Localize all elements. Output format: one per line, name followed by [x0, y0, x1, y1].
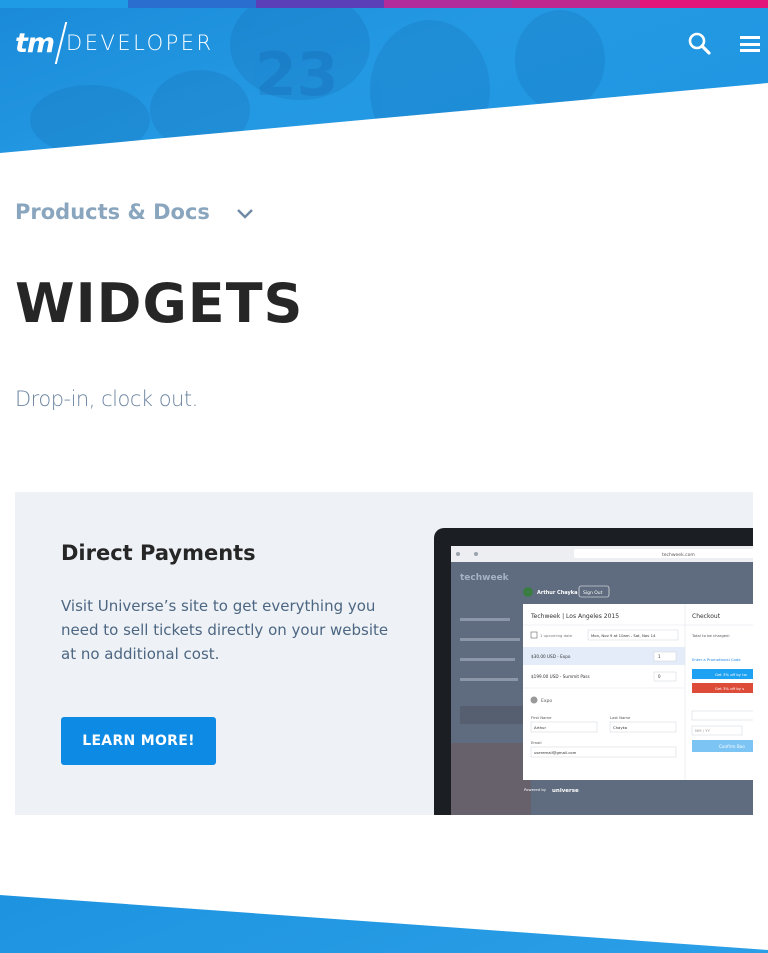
total-label: Total to be charged: [691, 633, 730, 638]
dates-label: 1 upcoming date [540, 633, 573, 638]
event-title: Techweek | Los Angeles 2015 [530, 613, 619, 620]
chevron-down-icon [237, 209, 253, 219]
strip-segment [128, 0, 256, 8]
share-twitter: Get 3% off by tw [715, 672, 747, 677]
ticket-summit: $199.00 USD - Summit Pass [531, 674, 590, 679]
expo-section: Expo [541, 698, 552, 704]
promo-link: Enter a Promotional Code [692, 657, 741, 662]
footer-hero-band [0, 880, 768, 953]
ticket-expo: $30.00 USD - Expo [531, 654, 571, 659]
strip-segment [256, 0, 384, 8]
top-color-strip [0, 0, 768, 8]
products-docs-dropdown[interactable]: Products & Docs [15, 200, 254, 224]
laptop-checkout-screenshot: techweek.com techweek Arthur Chayka Sign… [434, 528, 753, 815]
card-description: Visit Universe’s site to get everything … [61, 597, 389, 663]
confirm-booking: Confirm Boo [719, 744, 745, 749]
dates-value: Mon, Nov 9 at 10am - Sat, Nov 14 [591, 633, 656, 638]
card-title: Direct Payments [61, 541, 256, 565]
browser-url: techweek.com [662, 552, 695, 558]
strip-segment [512, 0, 640, 8]
first-name-value: Arthur [534, 725, 546, 730]
hero-header: 23 tm DEVELOPER [0, 0, 768, 160]
strip-segment [0, 0, 128, 8]
strip-segment [640, 0, 768, 8]
hamburger-menu-icon [740, 49, 760, 52]
tm-developer-logo[interactable]: tm DEVELOPER [15, 22, 214, 64]
page-tagline: Drop-in, clock out. [15, 387, 198, 411]
search-icon [688, 32, 711, 55]
svg-text:23: 23 [255, 40, 339, 110]
direct-payments-card: Direct Payments Visit Universe’s site to… [15, 492, 753, 815]
products-docs-label: Products & Docs [15, 200, 210, 224]
hamburger-menu-button[interactable] [740, 36, 760, 52]
last-name-value: Chayka [613, 725, 627, 730]
hamburger-menu-icon [740, 42, 760, 46]
email-value: useremail@gmail.com [534, 750, 577, 755]
footer-hero-background [0, 895, 768, 953]
logo-tm-text: tm [15, 27, 55, 59]
sign-out-link: Sign Out [583, 590, 603, 596]
search-button[interactable] [686, 30, 714, 58]
universe-brand: universe [552, 788, 579, 794]
learn-more-button[interactable]: LEARN MORE! [61, 717, 216, 765]
page-title: WIDGETS [15, 272, 304, 335]
strip-segment [384, 0, 512, 8]
share-google: Get 3% off by s [715, 686, 744, 691]
email-label: Email [531, 740, 542, 745]
powered-by-label: Powered by [524, 787, 547, 792]
site-brand: techweek [460, 573, 510, 583]
checkout-title: Checkout [692, 613, 721, 620]
hamburger-menu-icon [740, 36, 760, 39]
last-name-label: Last Name [610, 715, 631, 720]
first-name-label: First Name [531, 715, 552, 720]
user-name: Arthur Chayka [537, 590, 577, 596]
logo-developer-text: DEVELOPER [66, 31, 214, 55]
card-expiry: MM / YY [695, 728, 711, 733]
